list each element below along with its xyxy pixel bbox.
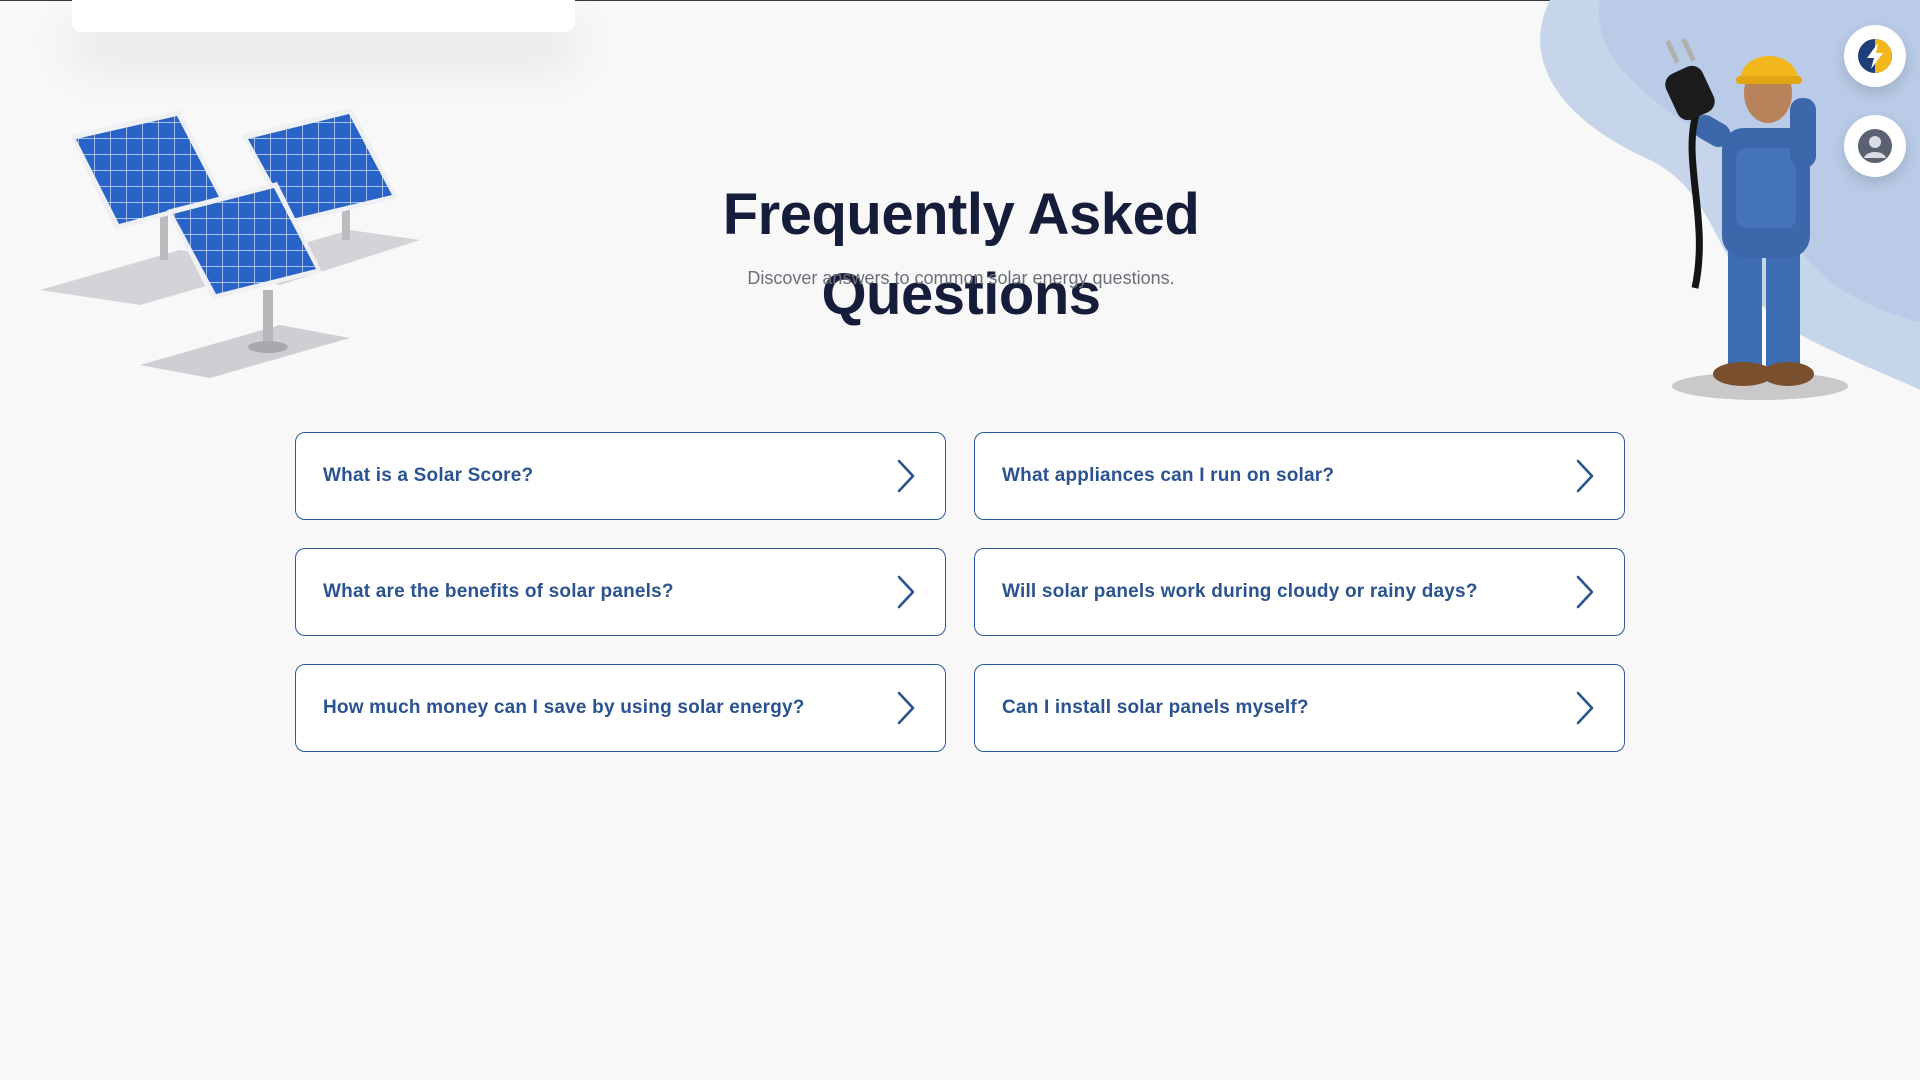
faq-item-cloudy-days[interactable]: Will solar panels work during cloudy or …	[974, 548, 1625, 636]
faq-item-money-savings[interactable]: How much money can I save by using solar…	[295, 664, 946, 752]
solar-panels-illustration	[40, 108, 420, 378]
faq-item-self-install[interactable]: Can I install solar panels myself?	[974, 664, 1625, 752]
chevron-right-icon	[897, 575, 915, 609]
floating-card	[72, 0, 575, 32]
chevron-right-icon	[1576, 691, 1594, 725]
page-title: Frequently Asked Questions	[722, 182, 1200, 327]
faq-question: What is a Solar Score?	[323, 465, 534, 486]
user-profile-button[interactable]	[1844, 115, 1906, 177]
worker-holding-plug-illustration	[1665, 38, 1848, 400]
chevron-right-icon	[1576, 459, 1594, 493]
faq-item-benefits[interactable]: What are the benefits of solar panels?	[295, 548, 946, 636]
faq-item-appliances[interactable]: What appliances can I run on solar?	[974, 432, 1625, 520]
energy-button[interactable]	[1844, 25, 1906, 87]
chevron-right-icon	[897, 691, 915, 725]
page-subtitle: Discover answers to common solar energy …	[747, 268, 1175, 288]
faq-item-solar-score[interactable]: What is a Solar Score?	[295, 432, 946, 520]
user-avatar-icon	[1858, 129, 1892, 163]
faq-question: What are the benefits of solar panels?	[323, 581, 674, 602]
faq-question: How much money can I save by using solar…	[323, 697, 805, 718]
faq-list: What is a Solar Score? What appliances c…	[295, 432, 1625, 752]
chevron-right-icon	[1576, 575, 1594, 609]
faq-question: Will solar panels work during cloudy or …	[1002, 581, 1478, 602]
lightning-bolt-icon	[1858, 39, 1892, 73]
faq-question: What appliances can I run on solar?	[1002, 465, 1335, 486]
chevron-right-icon	[897, 459, 915, 493]
side-action-buttons	[1844, 25, 1906, 205]
faq-question: Can I install solar panels myself?	[1002, 697, 1309, 718]
